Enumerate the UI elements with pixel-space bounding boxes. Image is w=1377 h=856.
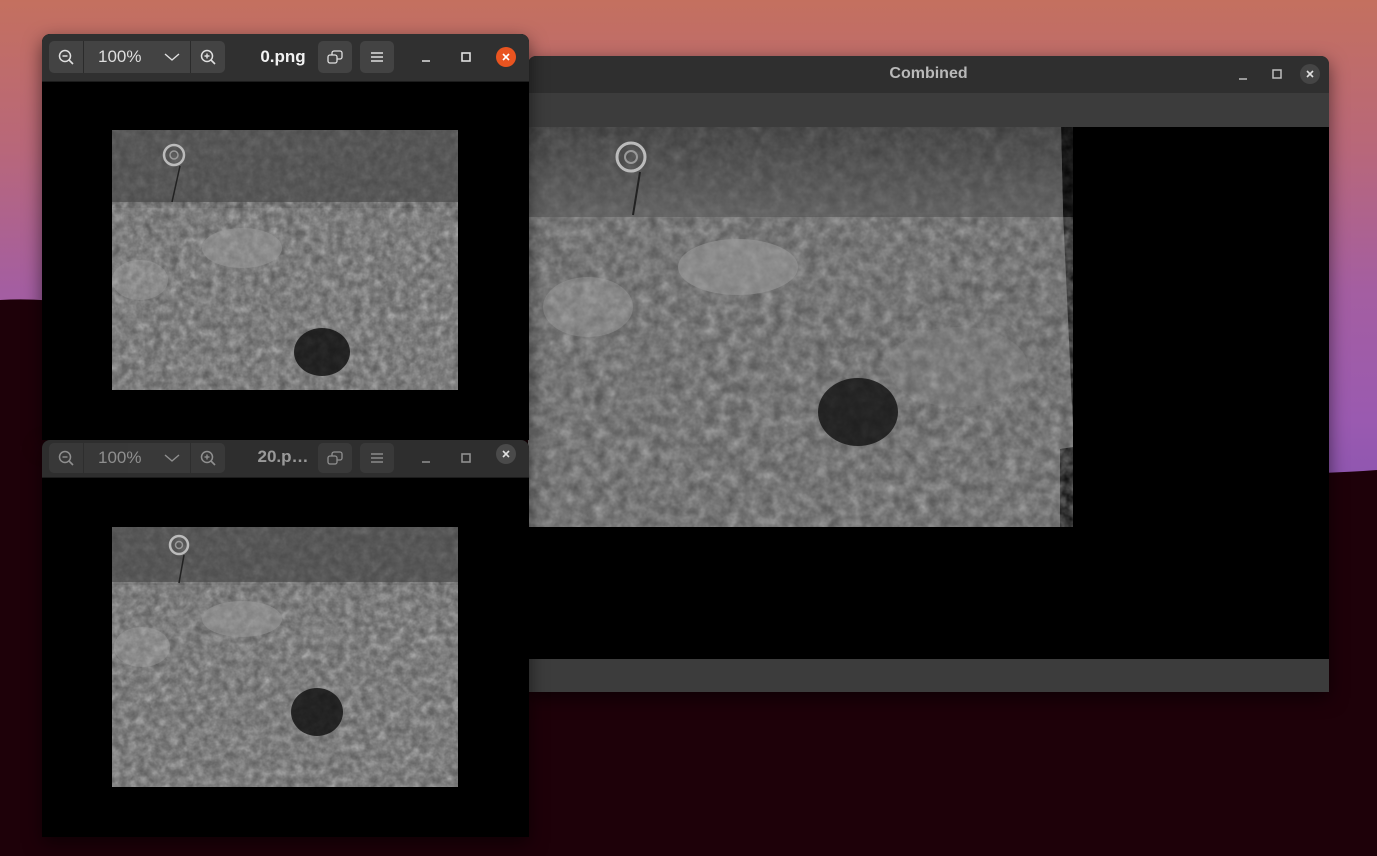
combined-toolbar <box>528 93 1329 127</box>
image-viewer-top[interactable]: 100% 0.png <box>42 34 529 440</box>
zoom-level-value: 100% <box>98 448 142 467</box>
rotate-icon <box>327 50 343 64</box>
zoom-out-button[interactable] <box>49 443 83 473</box>
maximize-icon[interactable] <box>1267 64 1287 84</box>
zoom-in-button[interactable] <box>191 41 225 73</box>
menu-button[interactable] <box>360 41 394 73</box>
zoom-in-button[interactable] <box>191 443 225 473</box>
combined-statusbar <box>528 659 1329 692</box>
zoom-out-icon <box>58 450 74 466</box>
chevron-down-icon <box>164 454 180 462</box>
combined-window[interactable]: Combined <box>528 56 1329 692</box>
combined-titlebar[interactable]: Combined <box>528 56 1329 94</box>
rotate-icon <box>327 451 343 465</box>
zoom-out-icon <box>58 49 74 65</box>
combined-title: Combined <box>889 65 968 82</box>
zoom-level-value: 100% <box>98 47 142 66</box>
minimize-icon[interactable] <box>416 448 436 468</box>
chevron-down-icon <box>164 53 180 61</box>
zoom-out-button[interactable] <box>49 41 83 73</box>
zoom-level-dropdown[interactable]: 100% <box>84 41 190 73</box>
viewer-bottom-headerbar[interactable]: 100% 20.p… <box>42 440 529 478</box>
menu-icon <box>371 52 383 62</box>
close-icon[interactable] <box>496 444 516 464</box>
close-icon[interactable] <box>1300 64 1320 84</box>
zoom-in-icon <box>200 49 216 65</box>
image-viewer-bottom[interactable]: 100% 20.p… <box>42 440 529 837</box>
viewer-top-title: 0.png <box>260 47 306 66</box>
combined-image <box>528 127 1073 527</box>
viewer-bottom-title: 20.p… <box>257 447 309 466</box>
maximize-icon[interactable] <box>456 448 476 468</box>
image-20-content <box>112 527 458 787</box>
image-0-content <box>112 130 458 390</box>
combined-canvas <box>528 127 1329 659</box>
menu-icon <box>371 453 383 463</box>
minimize-icon[interactable] <box>1233 65 1253 85</box>
menu-button[interactable] <box>360 443 394 473</box>
close-icon[interactable] <box>496 47 516 67</box>
rotate-button[interactable] <box>318 41 352 73</box>
viewer-top-headerbar[interactable]: 100% 0.png <box>42 34 529 82</box>
maximize-icon[interactable] <box>456 47 476 67</box>
minimize-icon[interactable] <box>416 47 436 67</box>
zoom-level-dropdown[interactable]: 100% <box>84 443 190 473</box>
zoom-in-icon <box>200 450 216 466</box>
rotate-button[interactable] <box>318 443 352 473</box>
